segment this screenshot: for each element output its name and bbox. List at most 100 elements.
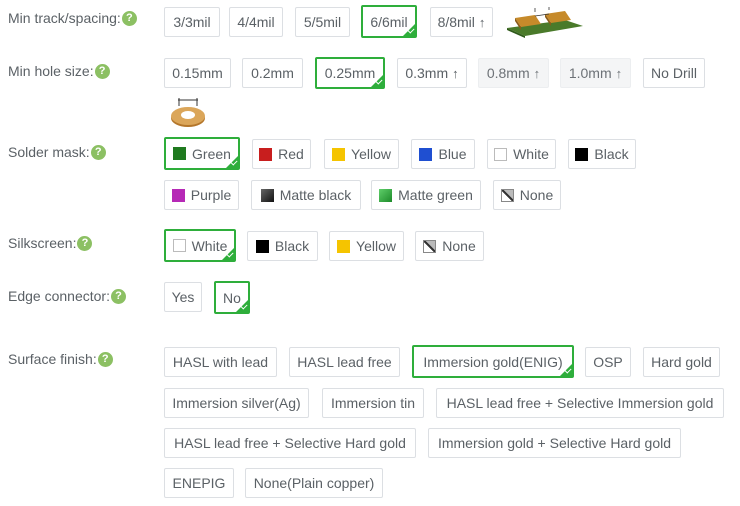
option-hasl-lead-free[interactable]: HASL lead free (289, 347, 400, 377)
none-swatch-icon (500, 188, 514, 202)
black-swatch-icon (575, 147, 589, 161)
option-mask-black[interactable]: Black (568, 139, 636, 169)
option-label: None (519, 187, 554, 203)
option-label: Yes (171, 289, 195, 305)
option-label: 4/4mil (237, 14, 275, 30)
up-arrow-icon: ↑ (615, 65, 623, 81)
option-0-8mm[interactable]: 0.8mm ↑ (478, 58, 549, 88)
option-edge-no[interactable]: No (214, 281, 250, 314)
option-label: Yellow (351, 146, 391, 162)
option-label: Matte green (398, 187, 473, 203)
option-silk-white[interactable]: White (164, 229, 236, 262)
option-label: Red (278, 146, 304, 162)
matte-black-swatch-icon (260, 188, 274, 202)
option-label: Blue (438, 146, 467, 162)
option-immersion-tin[interactable]: Immersion tin (322, 388, 424, 418)
up-arrow-icon: ↑ (533, 65, 541, 81)
option-label: Black (274, 238, 310, 254)
option-label: Immersion gold + Selective Hard gold (437, 435, 672, 451)
option-edge-yes[interactable]: Yes (164, 282, 202, 312)
option-label: 0.25mm (324, 65, 376, 81)
option-mask-matte-green[interactable]: Matte green (371, 180, 481, 210)
option-immersion-gold-enig[interactable]: Immersion gold(ENIG) (412, 345, 574, 378)
option-label: HASL lead free + Selective Immersion gol… (446, 395, 714, 411)
option-label: Black (594, 146, 629, 162)
option-osp[interactable]: OSP (585, 347, 631, 377)
help-icon[interactable]: ? (121, 10, 137, 26)
surface-finish-label: Surface finish: ? (8, 351, 113, 367)
option-mask-purple[interactable]: Purple (164, 180, 239, 210)
up-arrow-icon: ↑ (452, 65, 459, 81)
option-5-5mil[interactable]: 5/5mil (295, 7, 350, 37)
option-label: Immersion silver(Ag) (172, 395, 301, 411)
option-label: ENEPIG (172, 475, 226, 491)
purple-swatch-icon (171, 188, 185, 202)
option-label: OSP (593, 354, 623, 370)
pcb-trace-illustration-icon (507, 7, 583, 38)
green-swatch-icon (173, 147, 187, 160)
option-mask-green[interactable]: Green (164, 137, 240, 170)
option-hasl-selective-immersion-gold[interactable]: HASL lead free + Selective Immersion gol… (436, 388, 724, 418)
option-silk-yellow[interactable]: Yellow (329, 231, 404, 261)
option-hasl-with-lead[interactable]: HASL with lead (164, 347, 277, 377)
option-immersion-silver[interactable]: Immersion silver(Ag) (164, 388, 309, 418)
option-0-25mm[interactable]: 0.25mm (315, 57, 385, 89)
option-label: None (442, 238, 476, 254)
edge-connector-label: Edge connector: ? (8, 288, 126, 304)
help-icon[interactable]: ? (90, 144, 106, 160)
edge-connector-label-text: Edge connector: (8, 288, 110, 304)
option-no-drill[interactable]: No Drill (643, 58, 705, 88)
option-mask-yellow[interactable]: Yellow (324, 139, 399, 169)
option-0-2mm[interactable]: 0.2mm (242, 58, 303, 88)
option-6-6mil[interactable]: 6/6mil (361, 5, 417, 38)
option-label: 0.8mm (486, 65, 530, 81)
selected-check-icon (221, 247, 235, 261)
option-label: 0.2mm (251, 65, 294, 81)
option-label: HASL with lead (172, 354, 269, 370)
selected-check-icon (370, 74, 384, 88)
selected-check-icon (559, 363, 573, 377)
option-hasl-selective-hard-gold[interactable]: HASL lead free + Selective Hard gold (164, 428, 416, 458)
option-label: Yellow (356, 238, 396, 254)
option-label: None(Plain copper) (253, 475, 375, 491)
yellow-swatch-icon (332, 147, 346, 161)
option-8-8mil[interactable]: 8/8mil ↑ (430, 7, 493, 37)
option-label: No Drill (651, 65, 697, 81)
help-icon[interactable]: ? (110, 288, 126, 304)
option-mask-red[interactable]: Red (252, 139, 311, 169)
option-label: Hard gold (651, 354, 712, 370)
hole-size-label-text: Min hole size: (8, 63, 94, 79)
option-label: 0.3mm (405, 65, 449, 81)
black-swatch-icon (255, 239, 269, 253)
help-icon[interactable]: ? (97, 351, 113, 367)
option-3-3mil[interactable]: 3/3mil (164, 7, 220, 37)
option-mask-white[interactable]: White (487, 139, 556, 169)
option-label: HASL lead free (297, 354, 392, 370)
option-enepig[interactable]: ENEPIG (164, 468, 234, 498)
option-silk-black[interactable]: Black (247, 231, 318, 261)
option-1-0mm[interactable]: 1.0mm ↑ (560, 58, 631, 88)
option-mask-blue[interactable]: Blue (411, 139, 475, 169)
blue-swatch-icon (419, 147, 433, 161)
option-4-4mil[interactable]: 4/4mil (229, 7, 283, 37)
white-swatch-icon (172, 239, 186, 252)
option-label: White (513, 146, 549, 162)
red-swatch-icon (259, 147, 273, 161)
option-0-3mm[interactable]: 0.3mm ↑ (397, 58, 467, 88)
hole-size-label: Min hole size: ? (8, 63, 110, 79)
option-label: HASL lead free + Selective Hard gold (174, 435, 406, 451)
option-label: Immersion gold(ENIG) (423, 353, 563, 370)
option-mask-matte-black[interactable]: Matte black (251, 180, 361, 210)
option-silk-none[interactable]: None (415, 231, 484, 261)
option-mask-none[interactable]: None (493, 180, 561, 210)
option-0-15mm[interactable]: 0.15mm (164, 58, 231, 88)
silkscreen-label-text: Silkscreen: (8, 235, 77, 251)
help-icon[interactable]: ? (77, 235, 93, 251)
option-label: Purple (190, 187, 232, 203)
option-none-plain-copper[interactable]: None(Plain copper) (245, 468, 383, 498)
option-hard-gold[interactable]: Hard gold (643, 347, 720, 377)
white-swatch-icon (494, 147, 508, 161)
option-label: Immersion tin (330, 395, 416, 411)
option-immersion-gold-selective-hard-gold[interactable]: Immersion gold + Selective Hard gold (428, 428, 681, 458)
help-icon[interactable]: ? (94, 63, 110, 79)
